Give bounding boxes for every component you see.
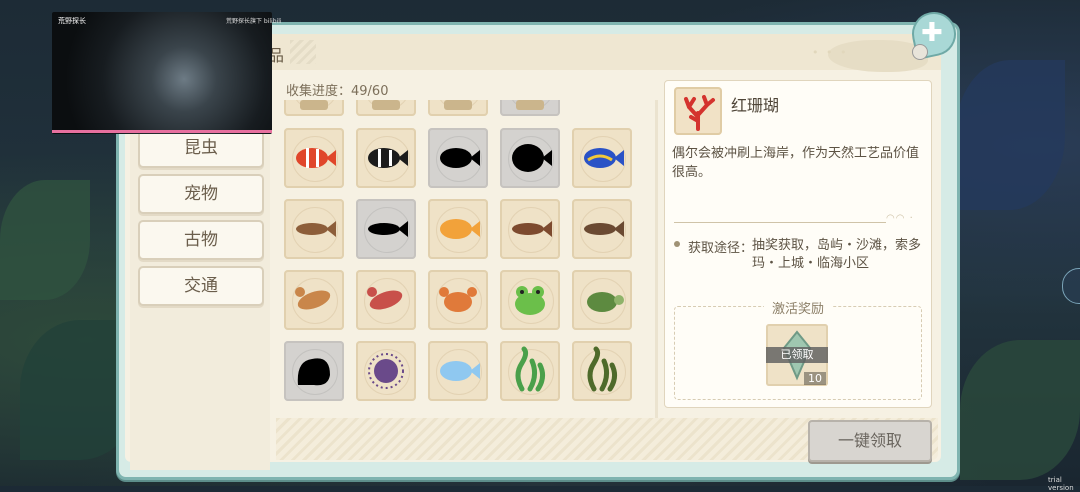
category-pet-button[interactable]: 宠物 bbox=[138, 174, 264, 214]
collection-cell-lobster[interactable] bbox=[284, 270, 344, 330]
collection-cell-partial-top[interactable] bbox=[284, 100, 344, 116]
collection-grid bbox=[276, 100, 654, 418]
collection-cell-partial-top[interactable] bbox=[356, 100, 416, 116]
bullet-icon bbox=[674, 241, 680, 247]
collection-cell-squid[interactable] bbox=[356, 270, 416, 330]
jellyfish-icon bbox=[440, 361, 480, 381]
partial-top-icon bbox=[372, 100, 400, 110]
partial-top-icon bbox=[300, 100, 328, 110]
seaweed-icon bbox=[515, 346, 546, 392]
category-antique-button[interactable]: 古物 bbox=[138, 220, 264, 260]
squid-icon bbox=[367, 287, 403, 310]
source-label: 获取途径： bbox=[688, 241, 754, 256]
black-striped-fish-icon bbox=[368, 148, 408, 168]
partial-top-icon bbox=[444, 100, 472, 110]
partial-top-icon bbox=[516, 100, 544, 110]
item-description: 偶尔会被冲刷上海岸，作为天然工艺品价值很高。 bbox=[672, 146, 920, 180]
collection-cell-unknown-coral[interactable] bbox=[284, 341, 344, 401]
collection-cell-sea-urchin[interactable] bbox=[356, 341, 416, 401]
title-decoration bbox=[290, 40, 316, 64]
collection-cell-jellyfish[interactable] bbox=[428, 341, 488, 401]
collection-cell-seaweed[interactable] bbox=[500, 341, 560, 401]
claim-all-button[interactable]: 一键领取 bbox=[808, 420, 932, 462]
blue-tang-icon bbox=[584, 148, 624, 168]
background-foliage bbox=[0, 180, 90, 300]
source-text: 抽奖获取，岛屿・沙滩，索多玛・上城・临海小区 bbox=[752, 238, 922, 271]
collection-cell-unknown-eel[interactable] bbox=[356, 199, 416, 259]
unknown-round-fish-icon bbox=[512, 144, 552, 172]
collection-cell-turtle[interactable] bbox=[572, 270, 632, 330]
category-insect-button[interactable]: 昆虫 bbox=[138, 128, 264, 168]
arowana-icon bbox=[512, 221, 552, 237]
divider-decoration: ◠◠ · bbox=[886, 213, 914, 224]
collection-cell-partial-top[interactable] bbox=[500, 100, 560, 116]
unknown-fish-icon bbox=[440, 148, 480, 168]
collection-cell-kelp[interactable] bbox=[572, 341, 632, 401]
collection-progress: 收集进度：49/60 bbox=[286, 84, 389, 99]
collection-cell-black-striped-fish[interactable] bbox=[356, 128, 416, 188]
unknown-coral-icon bbox=[297, 358, 330, 386]
reward-title: 激活奖励 bbox=[764, 298, 833, 317]
catfish-icon bbox=[296, 221, 336, 237]
category-transport-button[interactable]: 交通 bbox=[138, 266, 264, 306]
plus-icon: ✚ bbox=[921, 18, 943, 48]
watermark: trial version bbox=[1048, 476, 1074, 492]
collection-cell-partial-top[interactable] bbox=[428, 100, 488, 116]
detail-divider bbox=[674, 222, 886, 223]
collection-cell-frog[interactable] bbox=[500, 270, 560, 330]
pike-icon bbox=[584, 221, 624, 237]
collection-cell-blue-tang[interactable] bbox=[572, 128, 632, 188]
item-name: 红珊瑚 bbox=[731, 96, 780, 115]
collection-cell-unknown-round-fish[interactable] bbox=[500, 128, 560, 188]
reward-count: 10 bbox=[804, 372, 826, 385]
lobster-icon bbox=[295, 287, 331, 310]
collection-cell-unknown-fish[interactable] bbox=[428, 128, 488, 188]
background-foliage bbox=[960, 340, 1080, 480]
frog-icon bbox=[515, 286, 545, 315]
video-title: 荒野探长 bbox=[58, 17, 86, 25]
video-overlay[interactable] bbox=[52, 12, 272, 134]
sea-urchin-icon bbox=[368, 353, 404, 389]
collection-cell-arowana[interactable] bbox=[500, 199, 560, 259]
unknown-eel-icon bbox=[368, 221, 408, 237]
background-foliage bbox=[955, 60, 1065, 210]
collection-cell-goldfish[interactable] bbox=[428, 199, 488, 259]
turtle-icon bbox=[587, 292, 624, 312]
kelp-icon bbox=[587, 346, 618, 392]
collection-cell-pike[interactable] bbox=[572, 199, 632, 259]
crab-icon bbox=[439, 287, 477, 312]
video-progress-bar bbox=[52, 130, 272, 133]
collection-cell-catfish[interactable] bbox=[284, 199, 344, 259]
video-meta: 荒野探长旗下 bilibili bbox=[226, 18, 282, 25]
decoration-dots: • • • bbox=[812, 46, 849, 59]
settings-icon[interactable] bbox=[912, 44, 928, 60]
reward-claimed-badge: 已领取 bbox=[766, 347, 828, 363]
red-coral-icon bbox=[674, 87, 722, 135]
collection-cell-clownfish[interactable] bbox=[284, 128, 344, 188]
clownfish-icon bbox=[296, 148, 336, 168]
grid-scrollbar[interactable] bbox=[655, 100, 658, 418]
goldfish-icon bbox=[440, 219, 480, 239]
collection-cell-crab[interactable] bbox=[428, 270, 488, 330]
